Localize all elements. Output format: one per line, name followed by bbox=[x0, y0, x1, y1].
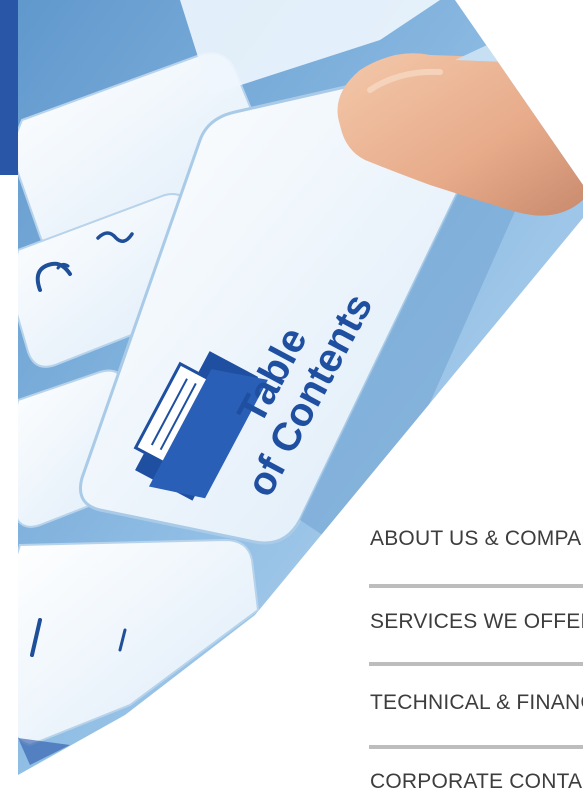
hero-image: Table of Contents bbox=[0, 0, 583, 788]
toc-divider bbox=[369, 745, 583, 749]
keyboard-key bbox=[18, 538, 260, 747]
toc-item-services[interactable]: SERVICES WE OFFER bbox=[370, 610, 583, 634]
toc-item-corporate[interactable]: CORPORATE CONTACTS bbox=[370, 770, 583, 788]
toc-divider bbox=[369, 584, 583, 588]
toc-item-about[interactable]: ABOUT US & COMPANY bbox=[370, 527, 583, 551]
toc-item-technical[interactable]: TECHNICAL & FINANCIAL bbox=[370, 691, 583, 715]
toc-divider bbox=[369, 662, 583, 666]
